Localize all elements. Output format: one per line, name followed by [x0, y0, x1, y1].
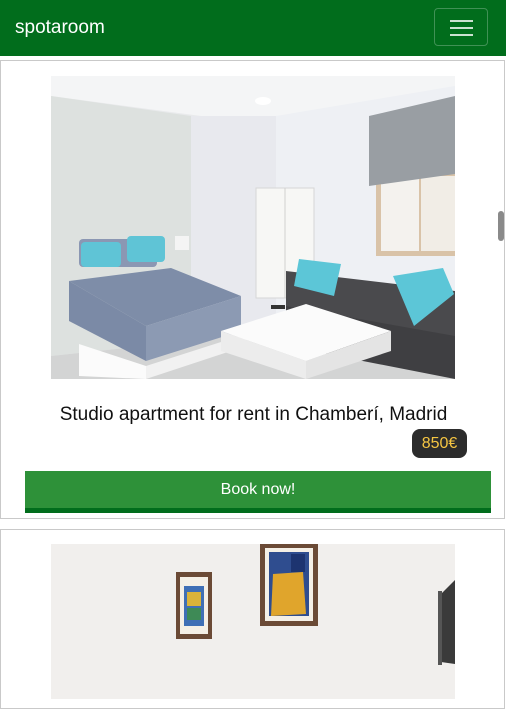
room-with-paintings-photo: [51, 544, 455, 699]
bedroom-living-room-photo: [51, 76, 455, 379]
brand-logo[interactable]: spotaroom: [15, 16, 105, 40]
listing-card: [0, 529, 505, 709]
navbar: spotaroom: [0, 0, 506, 56]
listing-title[interactable]: Studio apartment for rent in Chamberí, M…: [1, 403, 506, 427]
book-now-button[interactable]: Book now!: [25, 471, 491, 513]
listing-photo[interactable]: [51, 544, 455, 699]
listing-photo[interactable]: [51, 76, 455, 379]
scrollbar-thumb[interactable]: [498, 211, 504, 241]
price-badge: 850€: [412, 429, 467, 458]
hamburger-icon: [450, 20, 473, 22]
menu-toggle-button[interactable]: [434, 8, 488, 46]
listing-card: Studio apartment for rent in Chamberí, M…: [0, 60, 505, 519]
